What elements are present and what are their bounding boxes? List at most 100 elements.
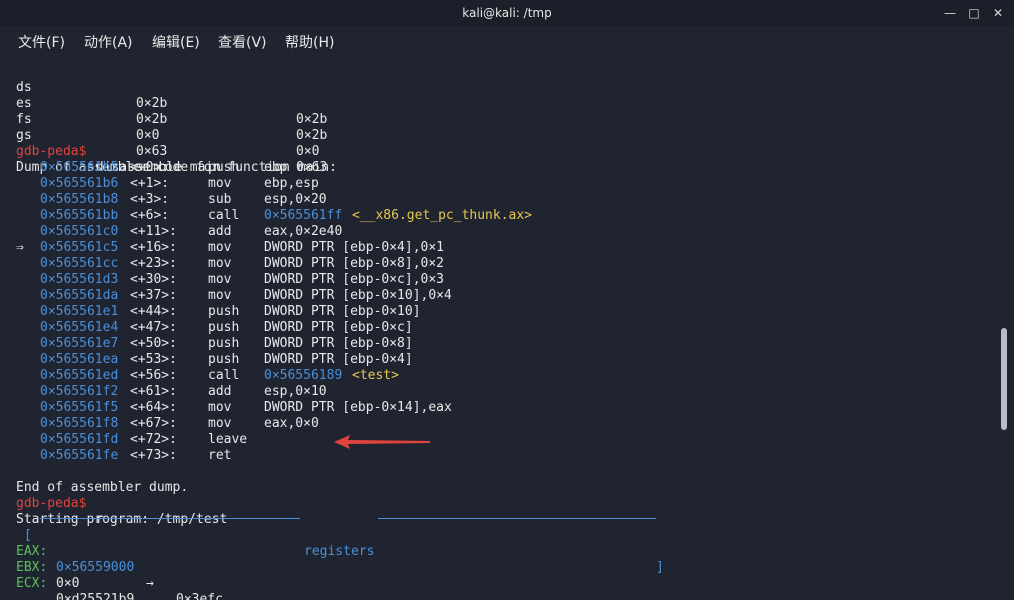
asm-offset: <+23>:: [130, 256, 177, 271]
maximize-button[interactable]: □: [966, 5, 982, 21]
registers-title: registers: [304, 544, 375, 559]
asm-mnemonic: mov: [208, 400, 232, 415]
menu-bar: 文件(F) 动作(A) 编辑(E) 查看(V) 帮助(H): [0, 26, 1014, 56]
asm-offset: <+11>:: [130, 224, 177, 239]
segment-register-row: ds 0×2b 0×2b: [0, 64, 327, 127]
asm-offset: <+44>:: [130, 304, 177, 319]
register-value: 0×d25521b9: [56, 592, 135, 600]
register-value: 0×0: [56, 576, 80, 591]
asm-offset: <+61>:: [130, 384, 177, 399]
asm-mnemonic: push: [208, 352, 240, 367]
asm-mnemonic: add: [208, 224, 232, 239]
asm-address: 0×565561fe: [40, 448, 119, 463]
register-value: 0×2b: [296, 128, 328, 143]
asm-operands: ebp: [264, 160, 288, 175]
asm-address: 0×565561b5: [40, 160, 119, 175]
asm-offset: <+1>:: [130, 176, 170, 191]
asm-offset: <+47>:: [130, 320, 177, 335]
asm-address: 0×565561ed: [40, 368, 119, 383]
asm-offset: <+0>:: [130, 160, 170, 175]
terminal-window: kali@kali: /tmp — □ ✕ 文件(F) 动作(A) 编辑(E) …: [0, 0, 1014, 600]
current-instruction-marker: ⇒: [16, 240, 24, 255]
asm-mnemonic: sub: [208, 192, 232, 207]
asm-offset: <+3>:: [130, 192, 170, 207]
asm-operands: DWORD PTR [ebp-0×14],eax: [264, 400, 452, 415]
asm-call-target: 0×56556189: [264, 368, 343, 383]
register-row: EBX: 0×0: [0, 544, 79, 591]
register-name: ECX:: [16, 576, 48, 591]
asm-address: 0×565561e1: [40, 304, 119, 319]
segment-register-row: fs 0×0 0×0: [0, 96, 319, 159]
deref-arrow: →: [146, 576, 154, 591]
asm-address: 0×565561cc: [40, 256, 119, 271]
asm-mnemonic: leave: [208, 432, 248, 447]
register-value: 0×0: [136, 128, 160, 143]
asm-operands: DWORD PTR [ebp-0×c]: [264, 320, 413, 335]
dump-footer: End of assembler dump.: [0, 464, 188, 495]
asm-address: 0×565561fd: [40, 432, 119, 447]
asm-operands: esp,0×10: [264, 384, 327, 399]
annotation-arrow-icon: [334, 435, 430, 449]
asm-offset: <+37>:: [130, 288, 177, 303]
register-value: 0×56559000: [56, 560, 135, 575]
asm-mnemonic: mov: [208, 256, 232, 271]
asm-offset: <+67>:: [130, 416, 177, 431]
menu-action[interactable]: 动作(A): [84, 32, 133, 52]
register-row: EAX: 0×56559000 → 0×3efc: [0, 528, 223, 600]
register-value: 0×2b: [136, 112, 168, 127]
asm-mnemonic: push: [208, 336, 240, 351]
register-row: ECX: 0×d25521b9: [0, 560, 134, 600]
asm-offset: <+16>:: [130, 240, 177, 255]
menu-file[interactable]: 文件(F): [18, 32, 65, 52]
registers-header: [ registers ]: [0, 512, 664, 575]
asm-symbol: <__x86.get_pc_thunk.ax>: [352, 208, 533, 223]
asm-operands: DWORD PTR [ebp-0×10],0×4: [264, 288, 452, 303]
asm-mnemonic: mov: [208, 176, 232, 191]
segment-register-row: es 0×2b 0×2b: [0, 80, 327, 143]
starting-program-text: Starting program: /tmp/test: [16, 512, 228, 527]
registers-rule-right: [378, 518, 656, 519]
asm-mnemonic: mov: [208, 288, 232, 303]
asm-symbol: <test>: [352, 368, 399, 383]
segment-register-row: gs 0×63 0×63: [0, 112, 327, 175]
window-title: kali@kali: /tmp: [462, 6, 552, 20]
menu-view[interactable]: 查看(V): [218, 32, 267, 52]
asm-mnemonic: call: [208, 368, 240, 383]
asm-operands: eax,0×0: [264, 416, 319, 431]
asm-offset: <+56>:: [130, 368, 177, 383]
registers-bracket-close: ]: [656, 560, 664, 575]
title-bar[interactable]: kali@kali: /tmp — □ ✕: [0, 0, 1014, 26]
register-value: 0×2b: [296, 112, 328, 127]
asm-address: 0×565561bb: [40, 208, 119, 223]
asm-operands: esp,0×20: [264, 192, 327, 207]
asm-mnemonic: push: [208, 160, 240, 175]
asm-operands: DWORD PTR [ebp-0×8],0×2: [264, 256, 445, 271]
register-value: 0×0: [296, 144, 320, 159]
asm-address: 0×565561f8: [40, 416, 119, 431]
asm-offset: <+72>:: [130, 432, 177, 447]
asm-mnemonic: call: [208, 208, 240, 223]
scrollbar-thumb[interactable]: [1001, 328, 1007, 430]
registers-rule-left: [40, 518, 300, 519]
asm-mnemonic: push: [208, 320, 240, 335]
dump-header: Dump of assembler code for function main…: [0, 144, 337, 175]
minimize-button[interactable]: —: [942, 5, 958, 21]
asm-operands: DWORD PTR [ebp-0×8]: [264, 336, 413, 351]
asm-address: 0×565561e7: [40, 336, 119, 351]
deref-value: 0×3efc: [176, 592, 223, 600]
asm-mnemonic: push: [208, 304, 240, 319]
menu-help[interactable]: 帮助(H): [285, 32, 334, 52]
asm-offset: <+73>:: [130, 448, 177, 463]
asm-address: 0×565561c5: [40, 240, 119, 255]
register-value: 0×2b: [136, 96, 168, 111]
asm-mnemonic: mov: [208, 416, 232, 431]
close-button[interactable]: ✕: [990, 5, 1006, 21]
terminal-output[interactable]: ds 0×2b 0×2b es 0×2b 0×2b fs 0×0 0×0 gs …: [0, 56, 1000, 600]
asm-offset: <+64>:: [130, 400, 177, 415]
asm-mnemonic: ret: [208, 448, 232, 463]
menu-edit[interactable]: 编辑(E): [152, 32, 200, 52]
asm-address: 0×565561f5: [40, 400, 119, 415]
command-line: gdb-peda$ disassemble main: [0, 128, 221, 175]
asm-operands: DWORD PTR [ebp-0×4]: [264, 352, 413, 367]
asm-mnemonic: add: [208, 384, 232, 399]
